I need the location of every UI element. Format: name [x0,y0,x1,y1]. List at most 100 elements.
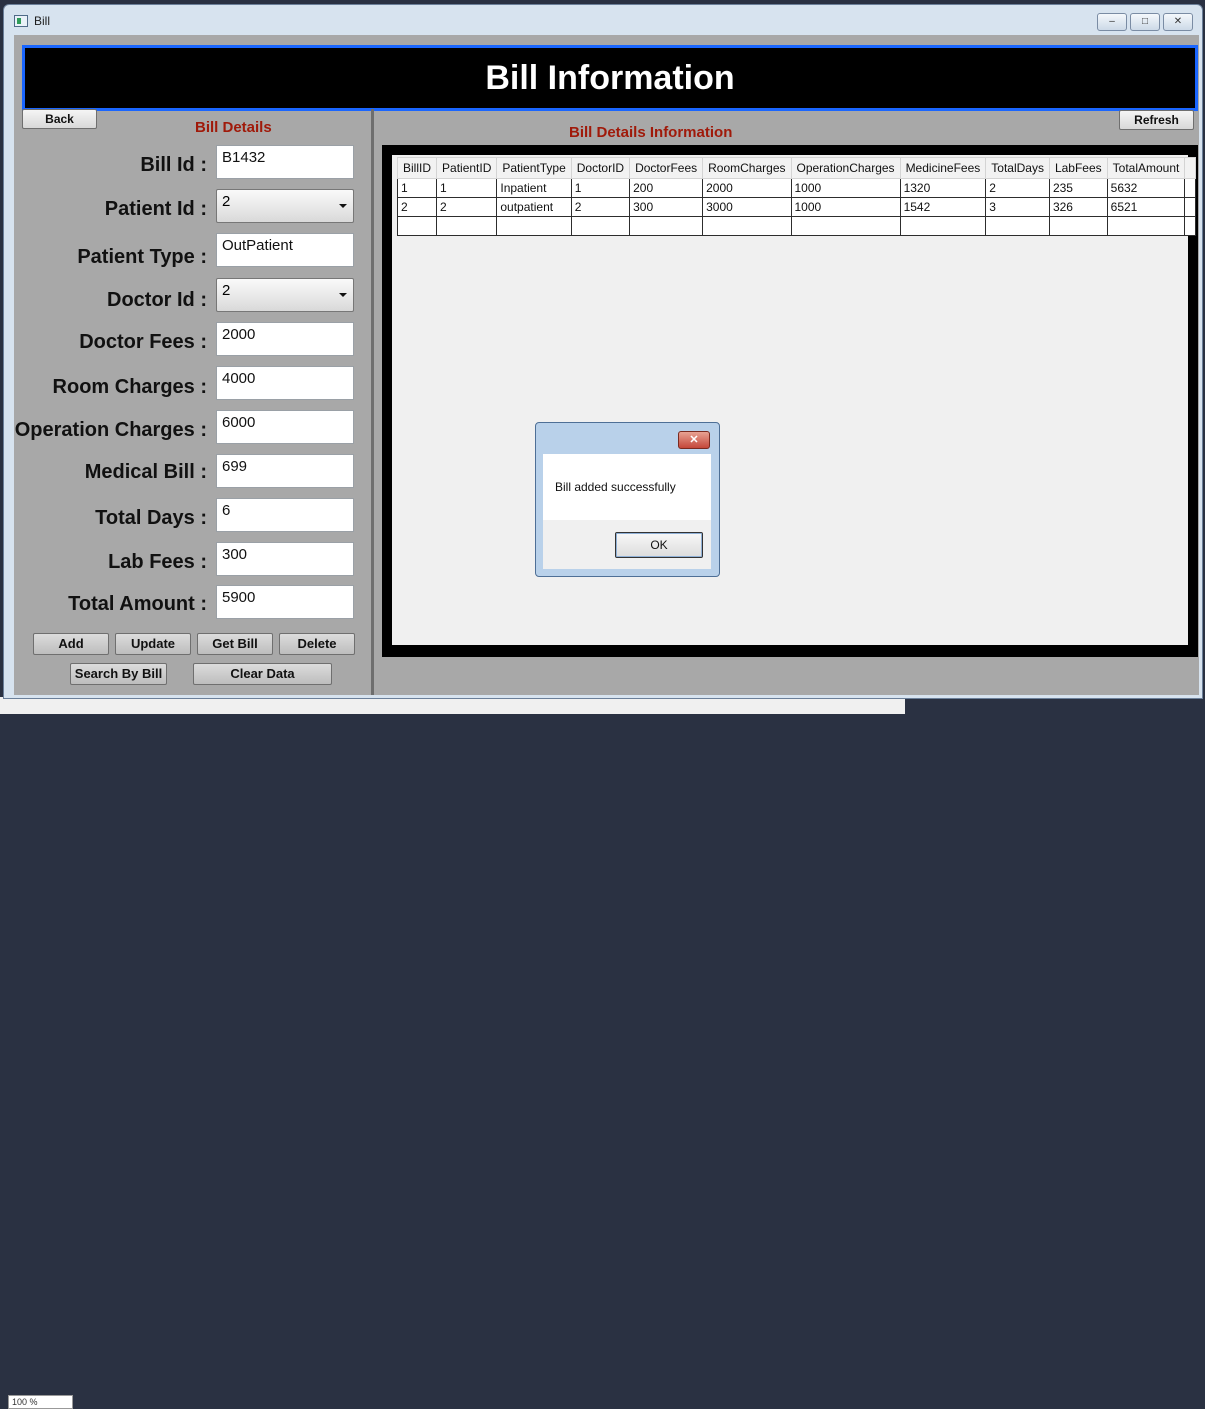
zoom-level-box: 100 % [8,1395,73,1409]
operation-charges-input[interactable]: 6000 [216,410,354,444]
table-cell[interactable]: 3000 [702,197,792,217]
column-header[interactable]: DoctorFees [629,157,704,179]
column-header[interactable]: TotalAmount [1106,157,1186,179]
get-bill-button[interactable]: Get Bill [197,633,273,655]
lab-fees-input[interactable]: 300 [216,542,354,576]
column-header[interactable]: BillID [396,157,438,179]
total-days-input[interactable]: 6 [216,498,354,532]
table-cell[interactable]: outpatient [496,197,572,217]
refresh-button[interactable]: Refresh [1119,110,1194,130]
bill-table[interactable]: BillID PatientID PatientType DoctorID Doctor… [396,157,1197,236]
total-days-label: Total Days : [95,507,207,529]
table-cell[interactable]: 2 [396,197,438,217]
doctor-fees-label: Doctor Fees : [79,331,207,353]
operation-charges-label: Operation Charges : [14,419,207,441]
dialog-footer: OK [543,520,711,569]
table-cell-empty[interactable] [629,216,704,236]
clear-data-button[interactable]: Clear Data [193,663,332,685]
column-header[interactable]: PatientType [496,157,572,179]
table-cell[interactable]: 2 [436,197,498,217]
ok-button[interactable]: OK [615,532,703,558]
table-row[interactable]: 1 1 Inpatient 1 200 2000 1000 1320 2 235 5632 [396,178,1197,198]
table-cell[interactable]: 1 [396,178,438,198]
message-dialog: ✕ Bill added successfully OK [535,422,720,577]
patient-id-select-value: 2 [222,193,231,210]
background-taskbar-strip: 100 % [0,697,905,1409]
doctor-id-select[interactable]: 2 [216,278,354,312]
update-button[interactable]: Update [115,633,191,655]
maximize-button[interactable]: □ [1130,13,1160,31]
column-header[interactable]: RoomCharges [702,157,792,179]
total-amount-label: Total Amount : [68,593,207,615]
table-cell[interactable]: 1 [570,178,631,198]
table-cell[interactable]: 1320 [899,178,987,198]
title-bar[interactable]: Bill – □ ✕ [4,5,1202,35]
table-cell[interactable]: 5632 [1106,178,1186,198]
table-cell[interactable]: 3 [985,197,1050,217]
table-cell[interactable]: 6521 [1106,197,1186,217]
patient-type-input[interactable]: OutPatient [216,233,354,267]
table-cell[interactable]: 1542 [899,197,987,217]
table-cell[interactable]: 1000 [790,197,901,217]
column-header[interactable]: TotalDays [985,157,1050,179]
window-app-icon [14,15,28,27]
table-cell-empty[interactable] [1106,216,1186,236]
table-cell-empty[interactable] [985,216,1050,236]
column-header[interactable]: DoctorID [570,157,631,179]
panel-divider [371,109,374,695]
table-cell-empty[interactable] [496,216,572,236]
table-cell[interactable]: 1 [436,178,498,198]
table-cell[interactable]: 326 [1048,197,1108,217]
table-cell-empty[interactable] [396,216,438,236]
window-title: Bill [34,14,51,28]
column-header[interactable]: LabFees [1048,157,1108,179]
patient-type-label: Patient Type : [77,246,207,268]
delete-button[interactable]: Delete [279,633,355,655]
dialog-close-button[interactable]: ✕ [678,431,710,449]
table-cell-empty[interactable] [1184,216,1197,236]
lab-fees-label: Lab Fees : [108,551,207,573]
window-client-area: Bill Information Back Refresh Bill Detai… [14,35,1199,695]
table-cell-filler [1184,197,1197,217]
table-cell[interactable]: 2 [985,178,1050,198]
total-amount-input[interactable]: 5900 [216,585,354,619]
table-new-row[interactable] [396,216,1197,236]
medical-bill-input[interactable]: 699 [216,454,354,488]
room-charges-input[interactable]: 4000 [216,366,354,400]
bill-details-heading: Bill Details [195,119,272,136]
bill-data-grid[interactable]: BillID PatientID PatientType DoctorID Doctor… [392,155,1197,645]
column-header[interactable]: OperationCharges [790,157,901,179]
room-charges-label: Room Charges : [52,376,207,398]
doctor-fees-input[interactable]: 2000 [216,322,354,356]
chevron-down-icon [339,293,347,297]
chevron-down-icon [339,204,347,208]
column-header[interactable]: PatientID [436,157,498,179]
table-cell-empty[interactable] [1048,216,1108,236]
bill-id-label: Bill Id : [140,154,207,176]
table-cell[interactable]: 2000 [702,178,792,198]
table-cell-empty[interactable] [790,216,901,236]
table-cell-empty[interactable] [899,216,987,236]
minimize-button[interactable]: – [1097,13,1127,31]
table-cell[interactable]: 200 [629,178,704,198]
add-button[interactable]: Add [33,633,109,655]
table-cell-empty[interactable] [570,216,631,236]
table-cell[interactable]: 300 [629,197,704,217]
table-cell[interactable]: Inpatient [496,178,572,198]
close-window-button[interactable]: ✕ [1163,13,1193,31]
bill-details-panel: Bill Details Bill Id : B1432 Patient Id … [14,109,370,695]
search-by-bill-button[interactable]: Search By Bill [70,663,167,685]
dialog-message: Bill added successfully [555,480,676,494]
table-row[interactable]: 2 2 outpatient 2 300 3000 1000 1542 3 326 6521 [396,197,1197,217]
patient-id-select[interactable]: 2 [216,189,354,223]
table-cell-empty[interactable] [702,216,792,236]
column-header[interactable]: MedicineFees [899,157,987,179]
bill-grid-frame: BillID PatientID PatientType DoctorID Doctor… [382,145,1198,657]
table-cell[interactable]: 235 [1048,178,1108,198]
bill-id-input[interactable]: B1432 [216,145,354,179]
table-cell-filler [1184,178,1197,198]
table-cell[interactable]: 1000 [790,178,901,198]
dialog-body: Bill added successfully [543,454,711,520]
table-cell-empty[interactable] [436,216,498,236]
table-cell[interactable]: 2 [570,197,631,217]
